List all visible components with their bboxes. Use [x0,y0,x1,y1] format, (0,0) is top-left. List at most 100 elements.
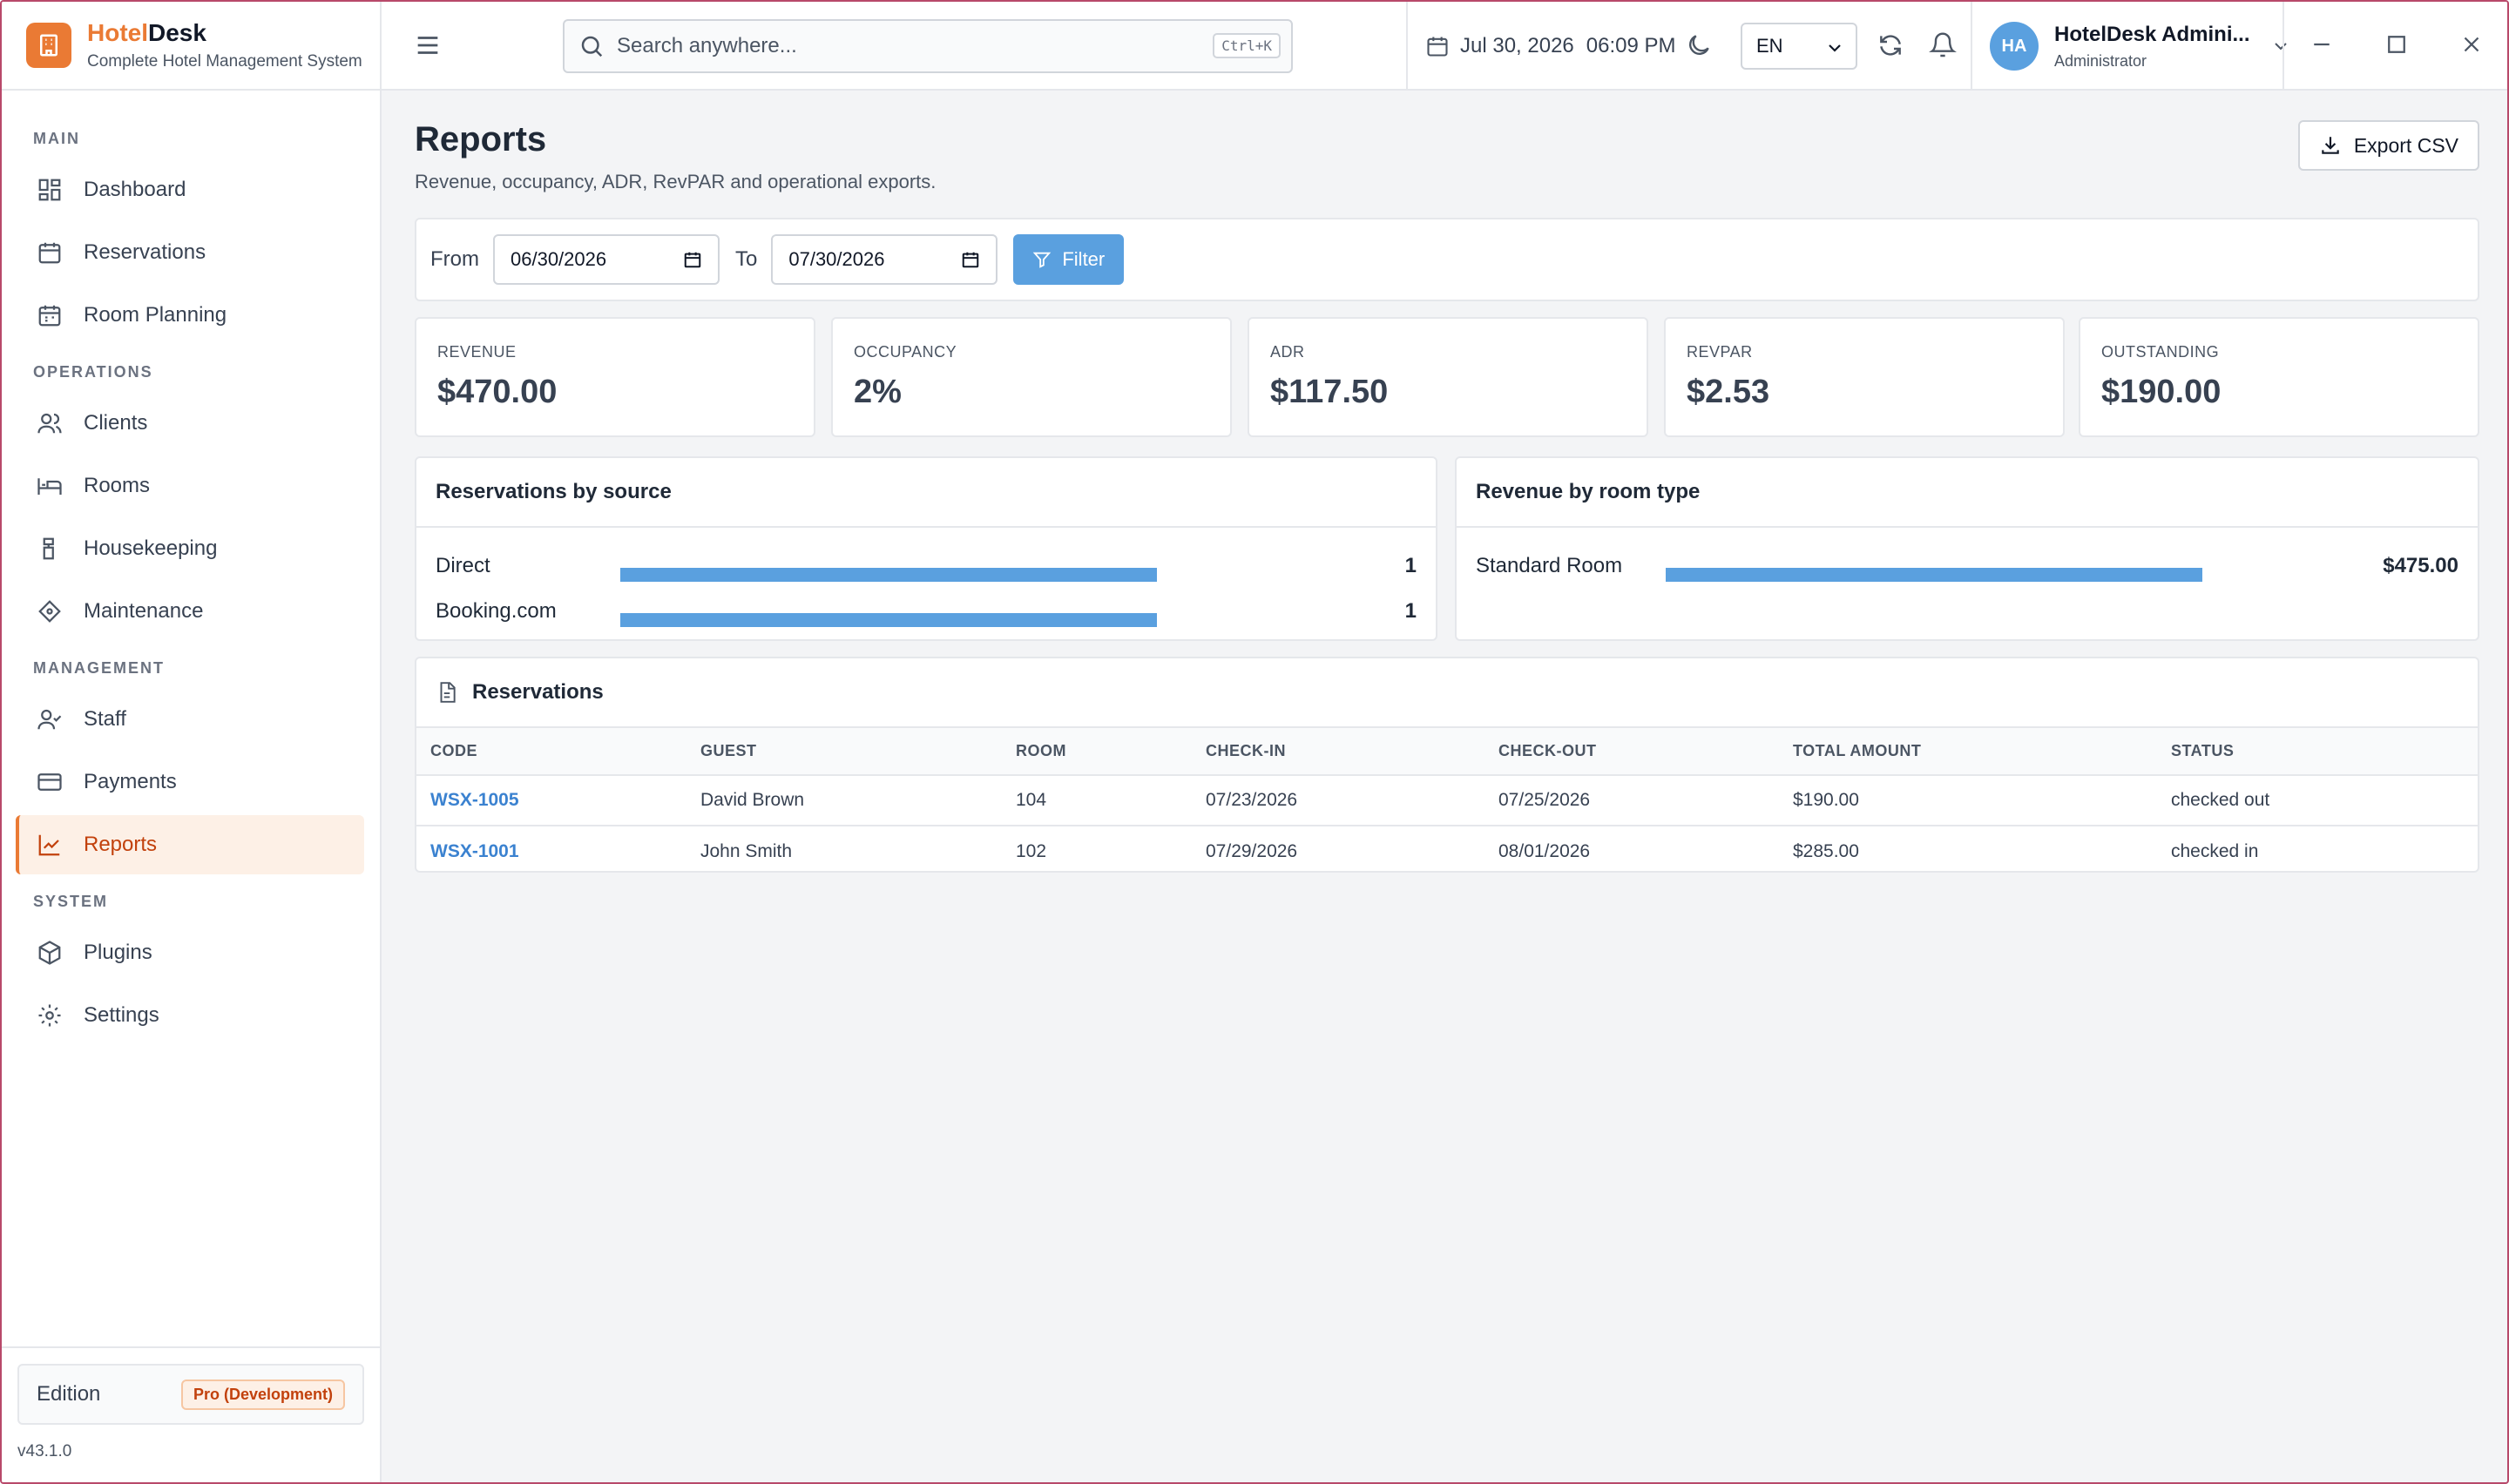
sidebar-item-staff[interactable]: Staff [16,690,364,749]
chevron-down-icon [2275,43,2288,51]
sidebar-item-rooms[interactable]: Rooms [16,456,364,516]
guest-cell: John Smith [700,840,793,861]
sidebar-item-dashboard[interactable]: Dashboard [16,160,364,219]
sidebar-item-reservations[interactable]: Reservations [16,223,364,282]
export-csv-button[interactable]: Export CSV [2297,120,2479,171]
table-title: Reservations [416,658,2478,728]
user-name: HotelDesk Admini... [2054,22,2250,46]
calendar-icon [38,242,61,264]
source-row: Direct 1 [416,543,1436,589]
total-amount-cell: $190.00 [1793,775,2171,826]
kpi-outstanding: OUTSTANDING $190.00 [2079,317,2479,437]
source-value: 1 [1404,599,1417,623]
kpi-revpar: REVPAR $2.53 [1664,317,2065,437]
sidebar-item-label: Settings [84,1003,159,1027]
user-menu[interactable]: HA HotelDesk Admini... Administrator [1990,2,2291,91]
sidebar-item-label: Rooms [84,474,151,497]
bed-icon [37,478,62,495]
column-header[interactable]: CODE [416,728,700,776]
edition-box: Edition Pro (Development) [17,1364,364,1425]
user-role: Administrator [2054,51,2147,70]
gear-icon [38,1004,61,1027]
sidebar-item-maintenance[interactable]: Maintenance [16,582,364,641]
to-label: To [735,247,758,271]
language-value: EN [1756,35,1783,57]
minimize-icon[interactable] [2309,31,2335,57]
sidebar-item-room-planning[interactable]: Room Planning [16,286,364,345]
filter-button[interactable]: Filter [1013,234,1125,285]
sidebar-footer: Edition Pro (Development) v43.1.0 [2,1346,380,1482]
language-select[interactable]: EN [1741,23,1857,70]
calendar-icon [963,252,979,268]
room-cell: 102 [1016,840,1047,861]
reservation-code-link[interactable]: WSX-1001 [416,826,700,876]
table-row[interactable]: WSX-1005 David Brown 104 07/23/2026 07/2… [416,775,2478,826]
status-cell: checked in [2171,840,2259,861]
page-title: Reports [415,120,547,159]
sidebar-item-payments[interactable]: Payments [16,752,364,812]
source-row: Booking.com 1 [416,589,1436,634]
status-cell: checked out [2171,775,2478,826]
kpi-label: OUTSTANDING [2101,343,2220,361]
package-icon [38,941,61,965]
sidebar-item-reports[interactable]: Reports [16,815,364,874]
sidebar-item-settings[interactable]: Settings [16,986,364,1045]
table-title-label: Reservations [472,680,604,704]
sidebar-item-housekeeping[interactable]: Housekeeping [16,519,364,578]
brand: HotelDesk Complete Hotel Management Syst… [2,2,380,91]
sidebar-item-plugins[interactable]: Plugins [16,923,364,982]
calendar-icon [684,252,701,268]
sidebar-nav: MAIN Dashboard Reservations Room Plannin… [2,91,380,1045]
sidebar-item-label: Clients [84,411,148,435]
search-input[interactable] [617,34,1209,58]
room-cell: 104 [1016,775,1206,826]
nav-section-operations: OPERATIONS [33,363,153,381]
main-content: Reports Revenue, occupancy, ADR, RevPAR … [383,92,2507,1482]
filter-button-label: Filter [1062,248,1106,270]
reservation-code-link[interactable]: WSX-1005 [416,775,700,826]
source-label: Direct [436,554,490,577]
search-box[interactable]: Ctrl+K [563,19,1293,73]
kpi-label: OCCUPANCY [854,343,957,361]
maximize-icon[interactable] [2384,31,2410,57]
to-date-input[interactable]: 07/30/2026 [771,234,998,285]
chart-line-icon [38,834,60,856]
sidebar-item-clients[interactable]: Clients [16,394,364,453]
filter-icon [1033,252,1052,268]
avatar: HA [1990,22,2039,71]
refresh-icon[interactable] [1877,31,1904,59]
nav-section-management: MANAGEMENT [33,659,165,677]
app-window: HotelDesk Complete Hotel Management Syst… [0,0,2509,1484]
from-date-input[interactable]: 06/30/2026 [493,234,720,285]
column-header[interactable]: TOTAL AMOUNT [1793,728,2171,776]
column-header[interactable]: GUEST [700,728,1016,776]
brand-name: HotelDesk [87,19,206,46]
close-icon[interactable] [2458,31,2485,57]
kpi-value: $117.50 [1270,374,1389,410]
page-subtitle: Revenue, occupancy, ADR, RevPAR and oper… [415,171,937,192]
bar-track [620,568,1157,582]
user-check-icon [37,709,62,730]
current-datetime: Jul 30, 2026 06:09 PM [1425,2,1676,91]
users-icon [37,413,62,434]
check-out-cell: 08/01/2026 [1498,840,1591,861]
column-header[interactable]: ROOM [1016,728,1206,776]
bell-icon[interactable] [1929,31,1957,59]
column-header[interactable]: CHECK-IN [1206,728,1498,776]
bar-track [1666,568,2202,582]
table-row[interactable]: WSX-1001 John Smith 102 07/29/2026 08/01… [416,826,2478,876]
search-shortcut: Ctrl+K [1213,33,1281,58]
edition-label: Edition [37,1382,101,1406]
sidebar-item-label: Housekeeping [84,536,218,560]
column-header[interactable]: CHECK-OUT [1498,728,1793,776]
filter-bar: From 06/30/2026 To 07/30/2026 Filter [415,218,2479,301]
check-in-cell: 07/29/2026 [1206,840,1298,861]
kpi-adr: ADR $117.50 [1248,317,1648,437]
sidebar-item-label: Staff [84,707,126,731]
source-value: 1 [1404,554,1417,577]
room-type-bar [1666,568,2202,582]
dark-mode-icon[interactable] [1685,31,1713,59]
kpi-label: ADR [1270,343,1305,361]
column-header[interactable]: STATUS [2171,728,2478,776]
hamburger-menu-icon[interactable] [413,30,443,60]
